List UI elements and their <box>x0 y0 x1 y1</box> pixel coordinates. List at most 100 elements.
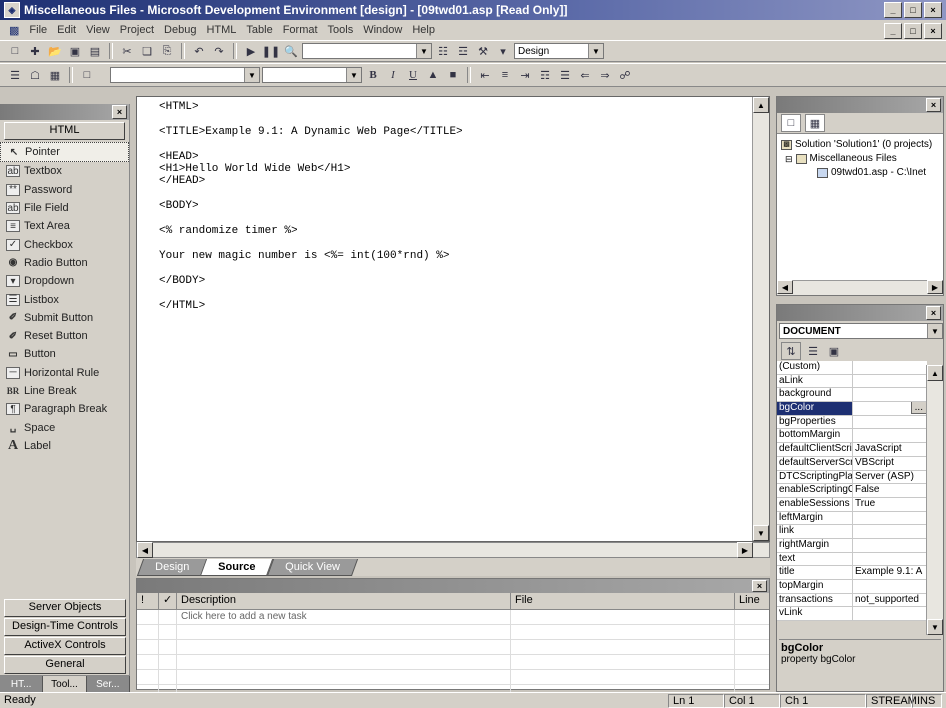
menu-tools[interactable]: Tools <box>323 24 359 36</box>
indent-icon[interactable]: ⇒ <box>596 67 614 83</box>
pause-icon[interactable]: ❚❚ <box>262 43 280 59</box>
cut-icon[interactable]: ✂ <box>118 43 136 59</box>
toolbox-group-activex-controls[interactable]: ActiveX Controls <box>4 637 126 655</box>
paste-icon[interactable]: ⎘ <box>158 43 176 59</box>
toolbox-group-server-objects[interactable]: Server Objects <box>4 599 126 617</box>
solution-scroll-left-icon[interactable]: ◀ <box>777 280 793 294</box>
tab-source[interactable]: Source <box>200 559 274 576</box>
menu-view[interactable]: View <box>81 24 115 36</box>
source-editor[interactable]: <HTML> <TITLE>Example 9.1: A Dynamic Web… <box>136 96 770 542</box>
more-icon[interactable]: ▾ <box>494 43 512 59</box>
save-all-icon[interactable]: ▤ <box>86 43 104 59</box>
menu-format[interactable]: Format <box>278 24 323 36</box>
task-placeholder[interactable]: Click here to add a new task <box>177 610 511 624</box>
find-combo[interactable]: ▼ <box>302 43 432 59</box>
tool-paragraph-break[interactable]: ¶ Paragraph Break <box>0 400 129 418</box>
prop-row[interactable]: link <box>777 525 927 539</box>
toolbox-group-general[interactable]: General <box>4 656 126 674</box>
prop-row[interactable]: bgProperties <box>777 415 927 430</box>
bold-button[interactable]: B <box>364 67 382 83</box>
menu-project[interactable]: Project <box>115 24 159 36</box>
editor-code[interactable]: <HTML> <TITLE>Example 9.1: A Dynamic Web… <box>137 97 769 312</box>
save-icon[interactable]: ▣ <box>66 43 84 59</box>
tool-space[interactable]: ␣ Space <box>0 418 129 436</box>
tool-pointer[interactable]: ↖ Pointer <box>0 142 129 163</box>
menu-debug[interactable]: Debug <box>159 24 201 36</box>
toolbox-group-design-time-controls[interactable]: Design-Time Controls <box>4 618 126 636</box>
editor-horizontal-scrollbar[interactable]: ◀ ▶ <box>136 542 770 558</box>
toolbox-group-html[interactable]: HTML <box>4 122 125 140</box>
scroll-left-icon[interactable]: ◀ <box>137 542 153 558</box>
toolbox-icon[interactable]: ⚒ <box>474 43 492 59</box>
sort-alphabetic-icon[interactable]: ⇅ <box>781 342 801 360</box>
prop-row[interactable]: rightMargin <box>777 538 927 553</box>
prop-row-bgcolor[interactable]: bgColor... <box>777 402 927 416</box>
tool-submit-button[interactable]: ✐ Submit Button <box>0 309 129 327</box>
close-button[interactable]: × <box>924 2 942 18</box>
props-scroll-up-icon[interactable]: ▲ <box>927 365 943 381</box>
redo-icon[interactable]: ↷ <box>210 43 228 59</box>
tab-quick-view[interactable]: Quick View <box>266 559 358 576</box>
new-project-icon[interactable]: □ <box>6 43 24 59</box>
bullet-list-icon[interactable]: ☰ <box>556 67 574 83</box>
minimize-button[interactable]: _ <box>884 2 902 18</box>
properties-window-icon[interactable]: ☲ <box>454 43 472 59</box>
prop-row[interactable]: topMargin <box>777 580 927 594</box>
scroll-right-icon[interactable]: ▶ <box>737 542 753 558</box>
editor-vertical-scrollbar[interactable]: ▲ ▼ <box>752 97 769 541</box>
italic-button[interactable]: I <box>384 67 402 83</box>
doc-minimize-button[interactable]: _ <box>884 23 902 39</box>
properties-scrollbar[interactable]: ▲ ▼ <box>926 365 943 635</box>
tool-listbox[interactable]: ☰ Listbox <box>0 290 129 308</box>
lock-icon[interactable]: □ <box>78 67 96 83</box>
solution-explorer-icon[interactable]: ☷ <box>434 43 452 59</box>
absolute-position-icon[interactable]: ☖ <box>26 67 44 83</box>
prop-row[interactable]: DTCScriptingPlatformServer (ASP) <box>777 470 927 485</box>
properties-page-icon[interactable]: □ <box>781 114 801 132</box>
properties-close-button[interactable]: × <box>926 306 941 320</box>
align-center-icon[interactable]: ≡ <box>496 67 514 83</box>
backcolor-icon[interactable]: ■ <box>444 67 462 83</box>
z-order-icon[interactable]: ▦ <box>46 67 64 83</box>
doc-restore-button[interactable]: □ <box>904 23 922 39</box>
menu-help[interactable]: Help <box>407 24 440 36</box>
collapse-icon[interactable]: ⊟ <box>785 152 793 166</box>
col-line[interactable]: Line <box>735 593 769 609</box>
underline-button[interactable]: U <box>404 67 422 83</box>
tool-reset-button[interactable]: ✐ Reset Button <box>0 327 129 345</box>
categorized-icon[interactable]: ☰ <box>804 343 822 359</box>
task-list-close-button[interactable]: × <box>752 580 767 592</box>
tree-solution[interactable]: ▩ Solution 'Solution1' (0 projects) <box>781 138 943 152</box>
prop-row[interactable]: enableScriptingObjectsFalse <box>777 484 927 498</box>
col-file[interactable]: File <box>511 593 735 609</box>
prop-row[interactable]: transactions not_supported <box>777 593 927 608</box>
tool-textbox[interactable]: ab Textbox <box>0 162 129 180</box>
prop-row[interactable]: aLink <box>777 374 927 389</box>
props-scroll-down-icon[interactable]: ▼ <box>927 619 943 635</box>
prop-row[interactable]: background <box>777 388 927 403</box>
prop-row[interactable]: bottomMargin <box>777 429 927 444</box>
tree-file-asp[interactable]: 09twd01.asp - C:\Inet <box>781 166 943 180</box>
col-checked[interactable]: ✓ <box>159 593 177 609</box>
prop-row[interactable]: vLink <box>777 607 927 622</box>
prop-row[interactable]: defaultServerScriptVBScript <box>777 456 927 471</box>
font-size-combo[interactable]: ▼ <box>262 67 362 83</box>
menu-edit[interactable]: Edit <box>52 24 81 36</box>
prop-row[interactable]: (Custom) <box>777 361 927 375</box>
tool-dropdown[interactable]: ▾ Dropdown <box>0 272 129 290</box>
maximize-button[interactable]: □ <box>904 2 922 18</box>
scroll-down-icon[interactable]: ▼ <box>753 525 769 541</box>
prop-row[interactable]: text <box>777 552 927 567</box>
ellipsis-button[interactable]: ... <box>910 402 927 415</box>
tool-line-break[interactable]: BR Line Break <box>0 382 129 400</box>
undo-icon[interactable]: ↶ <box>190 43 208 59</box>
binoculars-icon[interactable]: 🔍 <box>282 43 300 59</box>
align-right-icon[interactable]: ⇥ <box>516 67 534 83</box>
scroll-up-icon[interactable]: ▲ <box>753 97 769 113</box>
copy-icon[interactable]: ❏ <box>138 43 156 59</box>
toolbox-close-button[interactable]: × <box>112 105 127 119</box>
prop-row[interactable]: title Example 9.1: A <box>777 566 927 580</box>
numbered-list-icon[interactable]: ☶ <box>536 67 554 83</box>
font-name-combo[interactable]: ▼ <box>110 67 260 83</box>
tool-button[interactable]: ▭ Button <box>0 345 129 363</box>
